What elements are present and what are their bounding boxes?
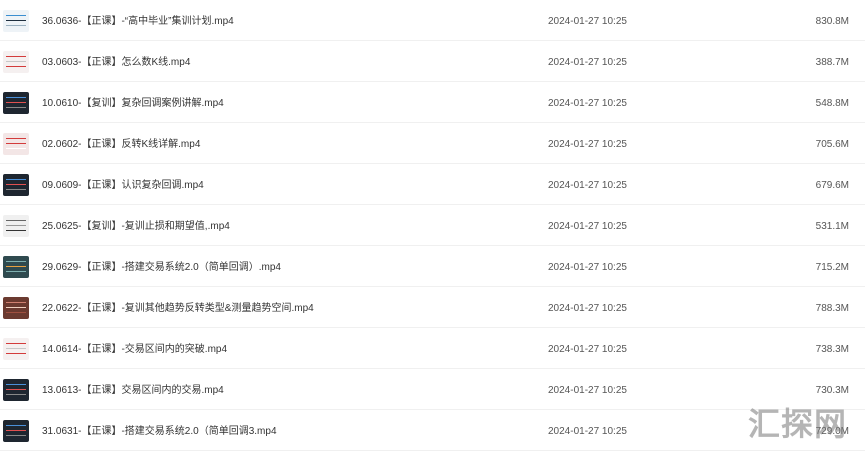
file-row[interactable]: 36.0636-【正课】-“高中毕业”集训计划.mp4 2024-01-27 10…: [0, 0, 865, 41]
file-name[interactable]: 10.0610-【复训】复杂回调案例讲解.mp4: [42, 98, 224, 110]
file-name[interactable]: 25.0625-【复训】-复训止损和期望值,.mp4: [42, 221, 230, 233]
file-date: 2024-01-27 10:25: [548, 139, 627, 150]
file-date: 2024-01-27 10:25: [548, 303, 627, 314]
file-date: 2024-01-27 10:25: [548, 262, 627, 273]
file-date: 2024-01-27 10:25: [548, 16, 627, 27]
file-date: 2024-01-27 10:25: [548, 57, 627, 68]
file-size: 388.7M: [815, 57, 849, 68]
file-row[interactable]: 02.0602-【正课】反转K线详解.mp4 2024-01-27 10:25 70…: [0, 123, 865, 164]
video-thumbnail[interactable]: [3, 10, 29, 32]
file-size: 788.3M: [815, 303, 849, 314]
file-row[interactable]: 22.0622-【正课】-复训其他趋势反转类型&测量趋势空间.mp4 2024-0…: [0, 287, 865, 328]
file-name[interactable]: 31.0631-【正课】-搭建交易系统2.0（简单回调3.mp4: [42, 426, 277, 438]
video-thumbnail[interactable]: [3, 420, 29, 442]
video-thumbnail[interactable]: [3, 256, 29, 278]
video-thumbnail[interactable]: [3, 297, 29, 319]
file-name[interactable]: 02.0602-【正课】反转K线详解.mp4: [42, 139, 200, 151]
video-thumbnail[interactable]: [3, 215, 29, 237]
file-size: 705.6M: [815, 139, 849, 150]
file-name[interactable]: 03.0603-【正课】怎么数K线.mp4: [42, 57, 190, 69]
file-date: 2024-01-27 10:25: [548, 221, 627, 232]
file-row[interactable]: 09.0609-【正课】认识复杂回调.mp4 2024-01-27 10:25 67…: [0, 164, 865, 205]
file-row[interactable]: 29.0629-【正课】-搭建交易系统2.0（简单回调）.mp4 2024-01-…: [0, 246, 865, 287]
video-thumbnail[interactable]: [3, 92, 29, 114]
video-thumbnail[interactable]: [3, 379, 29, 401]
file-date: 2024-01-27 10:25: [548, 344, 627, 355]
file-name[interactable]: 14.0614-【正课】-交易区间内的突破.mp4: [42, 344, 227, 356]
file-name[interactable]: 09.0609-【正课】认识复杂回调.mp4: [42, 180, 204, 192]
file-size: 531.1M: [815, 221, 849, 232]
video-thumbnail[interactable]: [3, 338, 29, 360]
file-row[interactable]: 03.0603-【正课】怎么数K线.mp4 2024-01-27 10:25 388…: [0, 41, 865, 82]
file-date: 2024-01-27 10:25: [548, 180, 627, 191]
file-name[interactable]: 29.0629-【正课】-搭建交易系统2.0（简单回调）.mp4: [42, 262, 281, 274]
file-size: 730.3M: [815, 385, 849, 396]
video-thumbnail[interactable]: [3, 133, 29, 155]
video-thumbnail[interactable]: [3, 174, 29, 196]
file-size: 830.8M: [815, 16, 849, 27]
file-row[interactable]: 10.0610-【复训】复杂回调案例讲解.mp4 2024-01-27 10:25…: [0, 82, 865, 123]
file-date: 2024-01-27 10:25: [548, 385, 627, 396]
file-name[interactable]: 36.0636-【正课】-“高中毕业”集训计划.mp4: [42, 16, 234, 28]
file-list: 36.0636-【正课】-“高中毕业”集训计划.mp4 2024-01-27 10…: [0, 0, 865, 451]
file-name[interactable]: 13.0613-【正课】交易区间内的交易.mp4: [42, 385, 224, 397]
file-size: 679.6M: [815, 180, 849, 191]
file-row[interactable]: 14.0614-【正课】-交易区间内的突破.mp4 2024-01-27 10:2…: [0, 328, 865, 369]
file-name[interactable]: 22.0622-【正课】-复训其他趋势反转类型&测量趋势空间.mp4: [42, 303, 314, 315]
file-size: 548.8M: [815, 98, 849, 109]
file-size: 738.3M: [815, 344, 849, 355]
file-date: 2024-01-27 10:25: [548, 426, 627, 437]
file-size: 715.2M: [815, 262, 849, 273]
file-date: 2024-01-27 10:25: [548, 98, 627, 109]
file-row[interactable]: 25.0625-【复训】-复训止损和期望值,.mp4 2024-01-27 10:…: [0, 205, 865, 246]
video-thumbnail[interactable]: [3, 51, 29, 73]
file-row[interactable]: 13.0613-【正课】交易区间内的交易.mp4 2024-01-27 10:25…: [0, 369, 865, 410]
file-row[interactable]: 31.0631-【正课】-搭建交易系统2.0（简单回调3.mp4 2024-01-…: [0, 410, 865, 451]
watermark: 汇探网: [747, 405, 847, 443]
